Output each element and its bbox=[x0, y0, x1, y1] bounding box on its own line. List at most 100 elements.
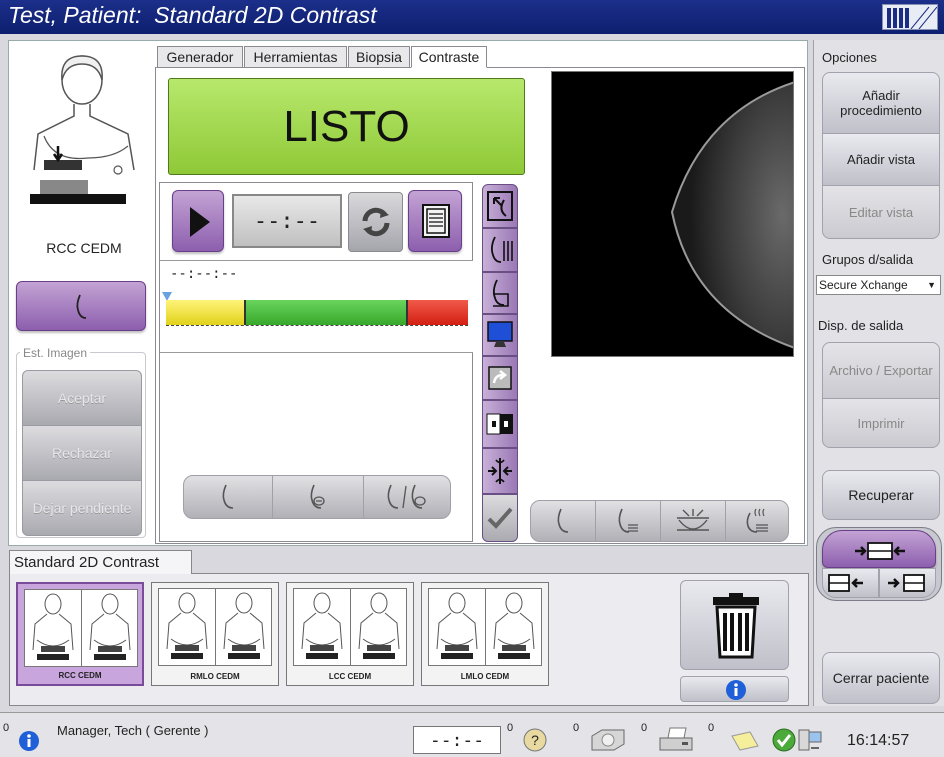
thumbnail-rmlo[interactable]: RMLO CEDM bbox=[151, 582, 279, 686]
output-groups-select[interactable]: Secure Xchange ▼ bbox=[816, 275, 941, 295]
recover-button[interactable]: Recuperar bbox=[822, 470, 940, 520]
implant-both-button[interactable] bbox=[363, 475, 451, 519]
implant-present-button[interactable] bbox=[183, 475, 273, 519]
tab-tools[interactable]: Herramientas bbox=[244, 46, 347, 68]
view-transform-icon bbox=[487, 191, 513, 221]
trash-icon bbox=[713, 593, 759, 659]
elapsed-time-readout: --:--:-- bbox=[170, 266, 238, 282]
vendor-logo bbox=[882, 4, 938, 30]
paddle-right-icon bbox=[888, 574, 925, 592]
document-icon bbox=[422, 204, 450, 238]
drive-count: 0 bbox=[573, 722, 580, 734]
print-queue-button[interactable] bbox=[656, 726, 696, 757]
paddle-left-button[interactable] bbox=[822, 568, 879, 598]
network-button[interactable] bbox=[797, 728, 823, 757]
thumbnail-rcc[interactable]: RCC CEDM bbox=[16, 582, 144, 686]
tab-biopsy[interactable]: Biopsia bbox=[348, 46, 410, 68]
monitor-icon bbox=[487, 321, 513, 347]
view-modifier-implant[interactable] bbox=[530, 500, 596, 542]
thumbnail-label: RCC CEDM bbox=[58, 671, 102, 680]
system-ok-indicator[interactable] bbox=[772, 728, 796, 755]
patient-figure-icon bbox=[30, 55, 135, 204]
monitor-button[interactable] bbox=[482, 314, 518, 356]
compress-icon bbox=[677, 509, 709, 531]
view-modifier-lines[interactable] bbox=[595, 500, 661, 542]
computer-icon bbox=[798, 729, 822, 751]
reset-timer-button[interactable] bbox=[348, 192, 403, 252]
pending-button[interactable]: Dejar pendiente bbox=[22, 480, 142, 536]
start-timer-button[interactable] bbox=[172, 190, 224, 252]
thumbnail-label: LMLO CEDM bbox=[460, 672, 510, 681]
window-title: Test, Patient: Standard 2D Contrast bbox=[8, 2, 377, 28]
breast-pair-icon bbox=[387, 484, 426, 509]
options-title: Opciones bbox=[822, 50, 877, 65]
tissue-compression-button[interactable] bbox=[482, 228, 518, 272]
dropdown-arrow-icon: ▼ bbox=[927, 280, 936, 290]
info-icon bbox=[726, 680, 746, 700]
implant-displaced-button[interactable] bbox=[16, 281, 146, 331]
progress-segment-yellow bbox=[166, 300, 244, 325]
delete-view-button[interactable] bbox=[680, 580, 789, 670]
contrast-info-button[interactable] bbox=[408, 190, 462, 252]
image-preview bbox=[551, 71, 794, 357]
mirror-icon bbox=[488, 458, 512, 484]
view-silhouette-icon bbox=[32, 593, 131, 660]
help-button[interactable]: ? bbox=[522, 728, 548, 755]
breast-implant-icon bbox=[310, 484, 325, 509]
thumbnail-lcc[interactable]: LCC CEDM bbox=[286, 582, 414, 686]
contrast-progress-bar bbox=[166, 300, 468, 326]
refresh-icon bbox=[362, 207, 390, 237]
confirm-button[interactable] bbox=[482, 494, 518, 542]
edit-view-button[interactable]: Editar vista bbox=[822, 185, 940, 239]
paddle-center-button[interactable] bbox=[822, 530, 936, 568]
thumbnail-lmlo[interactable]: LMLO CEDM bbox=[421, 582, 549, 686]
mammogram-image bbox=[552, 72, 793, 356]
queue-count: 0 bbox=[708, 722, 715, 734]
paddle-left-icon bbox=[828, 574, 863, 592]
paddle-right-button[interactable] bbox=[879, 568, 936, 598]
info-icon bbox=[19, 731, 39, 751]
output-devices-title: Disp. de salida bbox=[818, 318, 904, 333]
view-silhouette-icon bbox=[436, 592, 535, 659]
accept-button[interactable]: Aceptar bbox=[22, 370, 142, 426]
breast-lines-icon bbox=[490, 236, 513, 263]
view-info-button[interactable] bbox=[680, 676, 789, 702]
paddle-button[interactable] bbox=[482, 272, 518, 314]
breast-icon bbox=[222, 484, 234, 509]
media-button[interactable] bbox=[590, 728, 626, 755]
notes-button[interactable] bbox=[730, 730, 760, 755]
note-icon bbox=[731, 731, 759, 751]
view-label: RCC CEDM bbox=[46, 240, 122, 256]
tab-generator[interactable]: Generador bbox=[157, 46, 243, 68]
help-disc-icon: ? bbox=[523, 728, 547, 752]
mirror-button[interactable] bbox=[482, 448, 518, 494]
output-groups-title: Grupos d/salida bbox=[822, 252, 914, 267]
status-timer: --:-- bbox=[413, 726, 501, 754]
play-icon bbox=[190, 207, 210, 237]
reject-button[interactable]: Rechazar bbox=[22, 425, 142, 481]
send-output-button[interactable] bbox=[482, 356, 518, 400]
clock: 16:14:57 bbox=[847, 732, 910, 749]
invert-button[interactable] bbox=[482, 400, 518, 448]
view-modifier-compress[interactable] bbox=[660, 500, 726, 542]
disc-drive-icon bbox=[591, 729, 625, 751]
thumbnail-label: RMLO CEDM bbox=[190, 672, 240, 681]
print-button[interactable]: Imprimir bbox=[822, 398, 940, 448]
add-view-button[interactable]: Añadir vista bbox=[822, 133, 940, 186]
implant-displaced-view-button[interactable] bbox=[272, 475, 364, 519]
archive-export-button[interactable]: Archivo / Exportar bbox=[822, 342, 940, 399]
flip-view-button[interactable] bbox=[482, 184, 518, 228]
close-patient-button[interactable]: Cerrar paciente bbox=[822, 652, 940, 704]
paddle-center-icon bbox=[855, 542, 905, 560]
alerts-button[interactable] bbox=[18, 730, 40, 755]
ready-status: LISTO bbox=[168, 78, 525, 175]
current-user[interactable]: Manager, Tech ( Gerente ) bbox=[57, 723, 209, 738]
procedure-name[interactable]: Standard 2D Contrast bbox=[9, 550, 192, 574]
invert-icon bbox=[486, 413, 513, 435]
breast-paddle-icon bbox=[492, 279, 509, 307]
tab-contrast[interactable]: Contraste bbox=[411, 46, 487, 68]
view-modifier-heat[interactable] bbox=[725, 500, 789, 542]
add-procedure-button[interactable]: Añadir procedimiento bbox=[822, 72, 940, 134]
svg-text:?: ? bbox=[531, 732, 539, 748]
progress-segment-red bbox=[406, 300, 468, 325]
